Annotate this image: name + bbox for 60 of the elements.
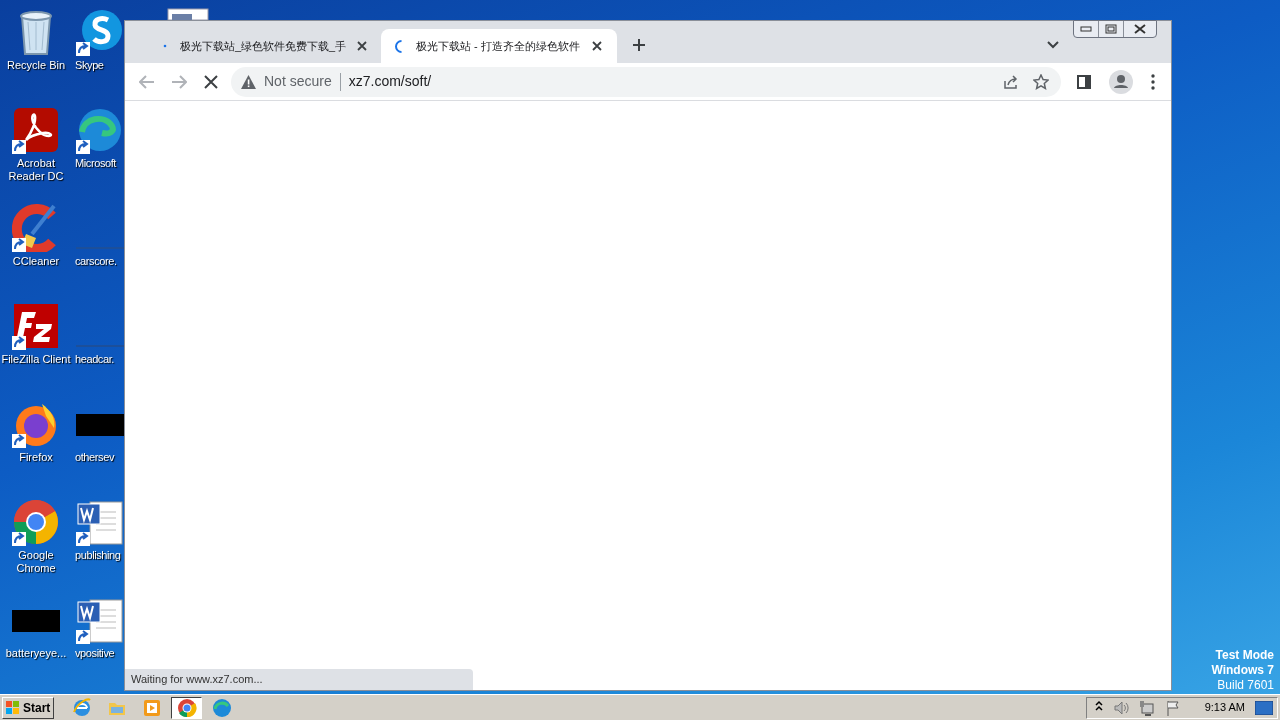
app-icon <box>176 697 197 718</box>
clock-text: 9:13 AM <box>1204 700 1245 716</box>
app-icon[interactable] <box>76 106 124 154</box>
share-icon[interactable] <box>1003 73 1019 90</box>
close-icon <box>356 41 367 51</box>
app-icon[interactable] <box>12 302 60 350</box>
browser-tab[interactable]: 极光下载站_绿色软件免费下载_手 <box>145 29 381 63</box>
desktop-icon-label[interactable]: Firefox <box>0 451 74 464</box>
address-bar[interactable]: Not secure xz7.com/soft/ <box>231 66 1061 97</box>
desktop-icon-label[interactable]: CCleaner <box>0 255 74 268</box>
close-icon <box>592 41 602 51</box>
side-panel-icon[interactable] <box>1077 74 1091 89</box>
restore-icon <box>1105 24 1117 34</box>
document-icon[interactable] <box>164 8 212 20</box>
tab-title: 极光下载站 - 打造齐全的绿色软件 <box>416 38 581 54</box>
desktop-icon-label[interactable]: Skype <box>75 59 104 72</box>
security-label: Not secure <box>264 72 332 91</box>
back-arrow-icon <box>139 74 155 89</box>
close-icon <box>204 74 218 89</box>
desktop-icon-label[interactable]: othersev <box>75 451 114 464</box>
desktop-icon-label[interactable]: FileZilla Client <box>0 353 74 366</box>
url-text: xz7.com/soft/ <box>348 72 432 91</box>
star-icon[interactable] <box>1033 73 1049 90</box>
forward-arrow-icon <box>171 74 187 89</box>
desktop-icon-label[interactable]: vpositive <box>75 647 115 660</box>
close-icon <box>1134 24 1146 34</box>
windows-flag-icon <box>5 699 21 716</box>
show-desktop-icon[interactable] <box>1255 700 1273 715</box>
desktop-icon-label[interactable]: headcar. <box>75 353 114 366</box>
loading-spinner-icon <box>395 39 402 53</box>
start-button[interactable]: Start <box>2 696 54 719</box>
app-icon <box>211 697 232 718</box>
desktop-icon-label[interactable]: Acrobat Reader DC <box>0 157 74 183</box>
desktop-icon-label[interactable]: carscore. <box>75 255 117 268</box>
desktop-icon-label[interactable]: Google Chrome <box>0 549 74 575</box>
document-icon[interactable] <box>76 498 124 546</box>
app-icon[interactable] <box>12 498 60 546</box>
minimize-icon <box>1080 26 1092 32</box>
app-icon[interactable] <box>76 8 124 56</box>
watermark-text: Windows 7 <box>1211 663 1274 678</box>
tab-title: 极光下载站_绿色软件免费下载_手 <box>179 38 347 54</box>
desktop-icon-label[interactable]: Microsoft <box>75 157 117 170</box>
network-icon[interactable] <box>1138 699 1155 716</box>
speaker-icon[interactable] <box>1112 699 1129 716</box>
taskbar-button[interactable] <box>171 696 202 719</box>
profile-avatar-icon[interactable] <box>1109 69 1133 94</box>
status-bubble: Waiting for www.xz7.com... <box>125 669 473 690</box>
chevron-down-icon <box>1047 41 1059 49</box>
document-icon[interactable] <box>76 596 124 644</box>
watermark-text: Test Mode <box>1215 648 1274 663</box>
warning-icon <box>241 74 256 89</box>
desktop-icon-label[interactable]: batteryeye... <box>0 647 74 660</box>
app-icon[interactable] <box>12 106 60 154</box>
desktop-icon-label[interactable]: Recycle Bin <box>0 59 74 72</box>
flag-icon[interactable] <box>1164 699 1181 716</box>
watermark-text: Build 7601 <box>1217 678 1274 693</box>
desktop-icon-label[interactable]: publishing <box>75 549 121 562</box>
browser-tab[interactable]: 极光下载站 - 打造齐全的绿色软件 <box>381 29 617 63</box>
menu-icon[interactable] <box>1151 73 1155 90</box>
plus-icon <box>632 38 646 52</box>
